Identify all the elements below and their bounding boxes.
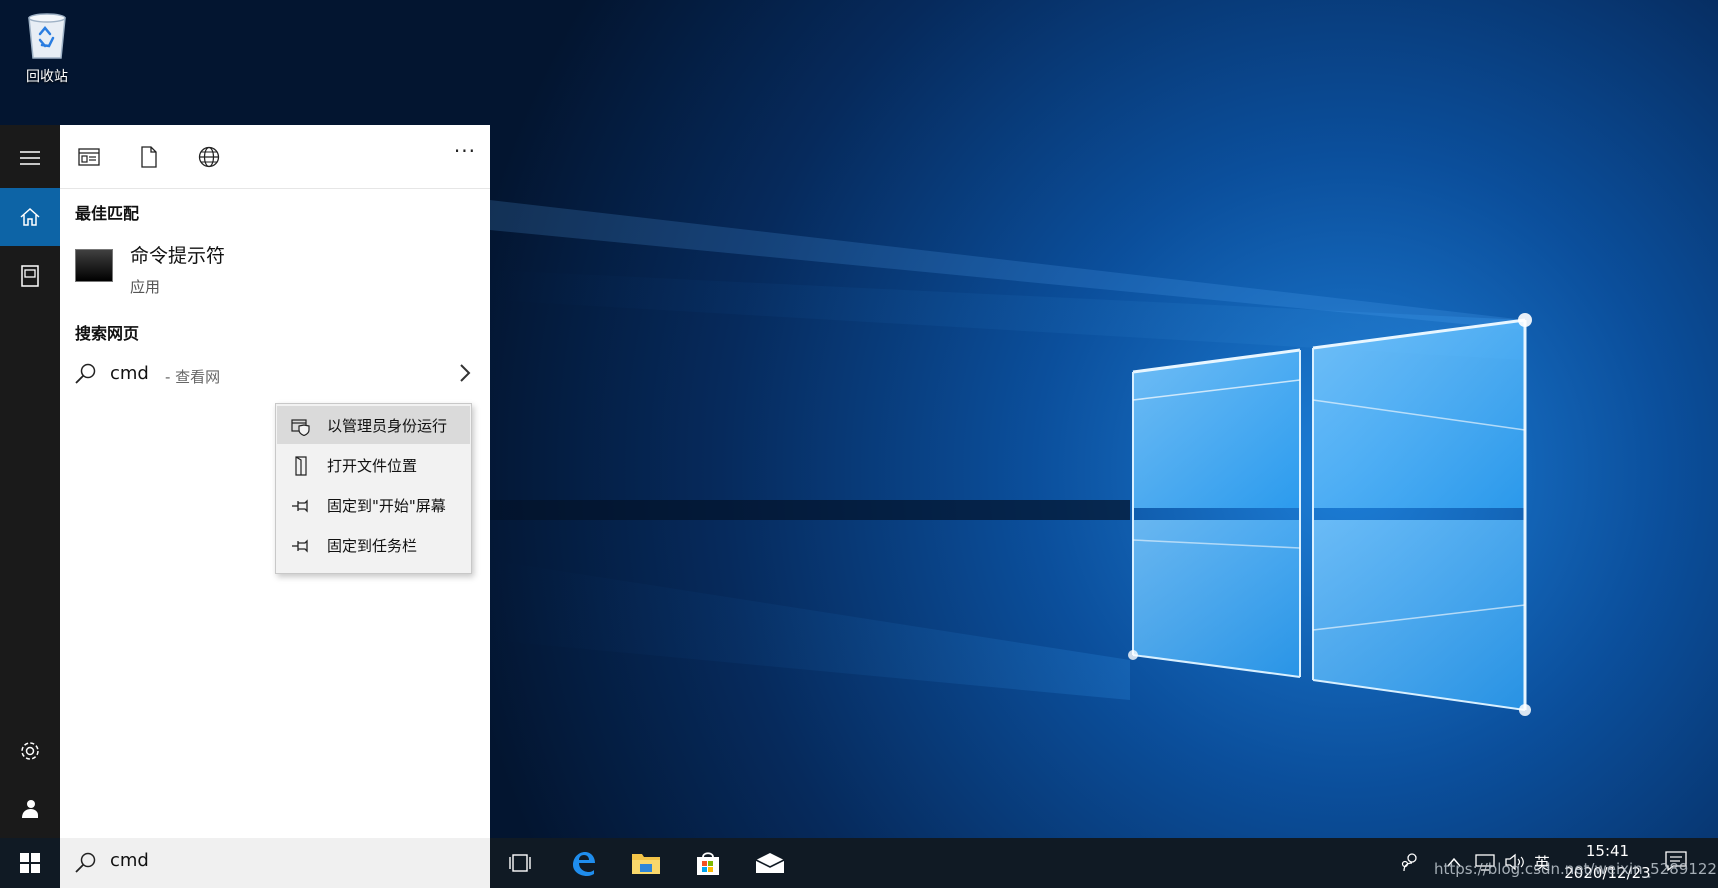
more-options-button[interactable]: ··· (454, 139, 476, 163)
settings-button[interactable] (0, 722, 60, 780)
pin-icon (292, 499, 308, 513)
web-search-hint: - 查看网 (165, 368, 221, 386)
apps-icon (78, 148, 100, 166)
run-as-admin-item[interactable]: 以管理员身份运行 (277, 406, 470, 444)
web-search-result[interactable]: cmd - 查看网 (60, 350, 490, 398)
settings-icon (21, 742, 39, 760)
search-icon (75, 852, 96, 873)
watermark-text: https://blog.csdn.net/weixin_52891226 (1434, 860, 1718, 878)
command-prompt-icon (75, 249, 113, 282)
shield-icon (291, 419, 310, 436)
web-search-query: cmd (110, 363, 149, 384)
search-results-panel: ··· 最佳匹配 命令提示符 应用 搜索网页 cmd - 查看网 以管理员身份运… (60, 125, 490, 838)
documents-filter-button[interactable] (135, 143, 163, 171)
task-view-icon (509, 854, 531, 872)
start-menu-rail (0, 125, 60, 838)
pin-to-start-item[interactable]: 固定到"开始"屏幕 (277, 486, 470, 524)
home-icon (20, 207, 40, 226)
best-match-subtitle: 应用 (130, 278, 161, 296)
clock-time: 15:41 (1585, 842, 1630, 860)
best-match-title: 命令提示符 (130, 245, 226, 267)
pin-to-taskbar-item[interactable]: 固定到任务栏 (277, 526, 470, 564)
menu-icon (20, 151, 40, 165)
edge-button[interactable] (563, 845, 603, 881)
web-search-header: 搜索网页 (75, 324, 140, 343)
globe-icon (198, 146, 220, 168)
web-filter-button[interactable] (195, 143, 223, 171)
mail-button[interactable] (750, 845, 790, 881)
search-filter-toolbar: ··· (60, 125, 490, 189)
mail-icon (755, 853, 785, 873)
user-icon (22, 800, 38, 818)
user-button[interactable] (0, 780, 60, 838)
document-icon (141, 146, 157, 168)
apps-filter-button[interactable] (75, 143, 103, 171)
people-icon[interactable] (1400, 852, 1420, 872)
store-icon (697, 852, 719, 875)
taskbar-search-box[interactable]: cmd (60, 838, 490, 888)
best-match-result[interactable]: 命令提示符 应用 (60, 225, 490, 297)
chevron-right-icon[interactable] (458, 362, 472, 384)
edge-icon (573, 852, 595, 876)
recycle-bin[interactable]: 回收站 (14, 8, 80, 86)
context-menu: 以管理员身份运行 打开文件位置 固定到"开始"屏幕 固定到任务栏 (275, 403, 472, 574)
pin-to-start-label: 固定到"开始"屏幕 (327, 497, 446, 515)
store-button[interactable] (688, 845, 728, 881)
open-file-location-item[interactable]: 打开文件位置 (277, 446, 470, 484)
search-icon (75, 363, 96, 384)
run-as-admin-label: 以管理员身份运行 (327, 417, 448, 435)
best-match-header: 最佳匹配 (75, 204, 140, 223)
folder-location-icon (295, 456, 307, 476)
documents-icon (21, 265, 39, 287)
menu-button[interactable] (0, 129, 60, 187)
start-button[interactable] (0, 838, 60, 888)
file-explorer-icon (632, 854, 660, 874)
home-button[interactable] (0, 188, 60, 246)
pin-icon (292, 539, 308, 553)
pin-to-taskbar-label: 固定到任务栏 (327, 537, 418, 555)
open-file-location-label: 打开文件位置 (327, 457, 418, 475)
documents-button[interactable] (0, 247, 60, 305)
task-view-button[interactable] (500, 845, 540, 881)
file-explorer-button[interactable] (626, 845, 666, 881)
recycle-bin-icon (23, 8, 71, 62)
windows-logo-icon (20, 853, 40, 873)
recycle-bin-label: 回收站 (26, 69, 68, 85)
taskbar-search-input[interactable]: cmd (110, 850, 149, 871)
